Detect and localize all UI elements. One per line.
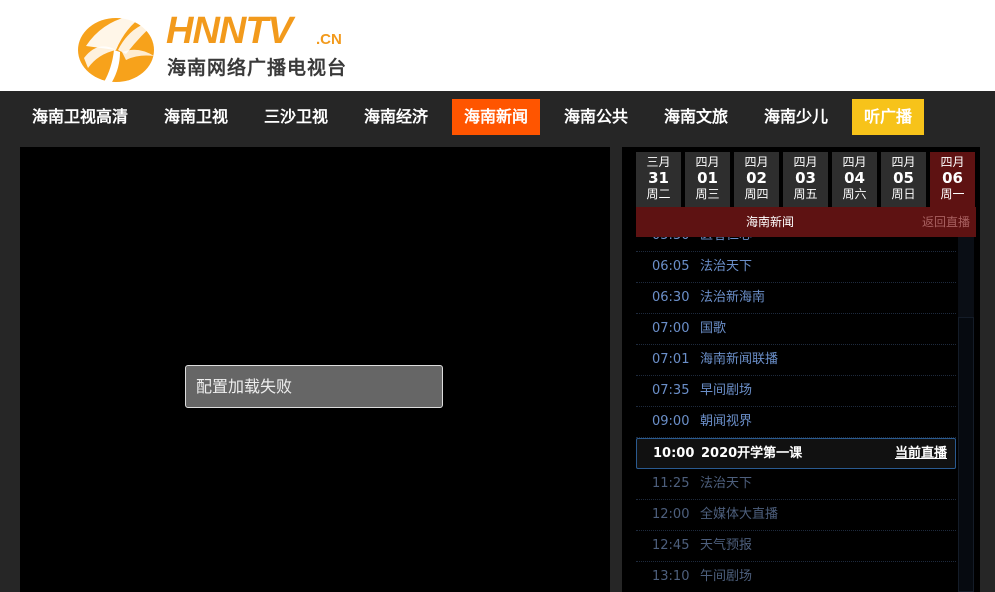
program-title: 法治天下 [700,476,753,491]
program-title: 天气预报 [700,538,753,553]
date-day: 06 [942,169,963,187]
date-tab-active[interactable]: 四月 06 周一 [930,152,975,207]
program-row[interactable]: 09:00 朝闻视界 [636,407,956,438]
video-player[interactable]: 配置加载失败 [20,147,610,592]
date-month: 四月 [793,155,818,169]
program-row[interactable]: 06:05 法治天下 [636,252,956,283]
program-title: 国歌 [700,321,727,336]
program-title: 医者仁心 [700,237,752,251]
date-tab[interactable]: 三月 31 周二 [636,152,681,207]
channel-nav: 海南卫视高清 海南卫视 三沙卫视 海南经济 海南新闻 海南公共 海南文旅 海南少… [0,91,995,147]
schedule-channel-name: 海南新闻 [745,215,794,229]
program-row: 12:00 全媒体大直播 [636,500,956,531]
date-weekday: 周日 [891,187,916,201]
date-month: 三月 [646,155,671,169]
nav-item-hainan-tv[interactable]: 海南卫视 [152,99,240,135]
program-row[interactable]: 07:00 国歌 [636,314,956,345]
nav-item-sansha-tv[interactable]: 三沙卫视 [252,99,340,135]
program-title: 法治新海南 [700,290,766,305]
site-header: HNNTV .CN 海南网络广播电视台 [0,0,995,91]
date-month: 四月 [842,155,867,169]
program-time: 07:00 [652,321,690,336]
program-time: 05:30 [652,237,689,251]
program-time: 07:35 [652,383,690,398]
program-title: 朝闻视界 [700,414,753,429]
date-selector: 三月 31 周二 四月 01 周三 四月 02 周四 四月 03 周五 四月 0… [636,152,976,207]
program-row[interactable]: 07:35 早间剧场 [636,376,956,407]
date-day: 01 [697,169,718,187]
date-day: 04 [844,169,865,187]
program-row[interactable]: 07:01 海南新闻联播 [636,345,956,376]
program-time: 12:45 [652,538,690,553]
nav-item-hainan-tv-hd[interactable]: 海南卫视高清 [20,99,140,135]
current-live-link[interactable]: 当前直播 [895,439,947,468]
date-day: 31 [648,169,669,187]
palm-logo-icon [78,14,158,82]
nav-item-hainan-kids[interactable]: 海南少儿 [752,99,840,135]
site-logo[interactable]: HNNTV .CN 海南网络广播电视台 [76,6,366,84]
date-month: 四月 [940,155,965,169]
program-row: 11:25 法治天下 [636,469,956,500]
program-time: 06:30 [652,290,690,305]
date-month: 四月 [744,155,769,169]
program-row-current[interactable]: 10:00 2020开学第一课 当前直播 [636,438,956,469]
date-day: 03 [795,169,816,187]
program-row: 12:45 天气预报 [636,531,956,562]
date-tab[interactable]: 四月 02 周四 [734,152,779,207]
player-error-message: 配置加载失败 [185,365,443,408]
program-time: 12:00 [652,507,690,522]
date-weekday: 周一 [940,187,965,201]
nav-item-radio[interactable]: 听广播 [852,99,925,135]
logo-subtitle: 海南网络广播电视台 [167,57,348,79]
date-month: 四月 [891,155,916,169]
program-title: 全媒体大直播 [700,507,779,522]
logo-wordmark: HNNTV [166,10,293,52]
channel-bar: 海南新闻 返回直播 [636,207,976,237]
nav-item-hainan-travel[interactable]: 海南文旅 [652,99,740,135]
back-to-live-link[interactable]: 返回直播 [922,207,970,237]
program-time: 11:25 [652,476,690,491]
logo-domain-suffix: .CN [316,31,342,48]
date-month: 四月 [695,155,720,169]
program-schedule: 三月 31 周二 四月 01 周三 四月 02 周四 四月 03 周五 四月 0… [622,147,980,592]
program-title: 午间剧场 [700,569,753,584]
date-weekday: 周四 [744,187,769,201]
schedule-scrollbar[interactable] [958,237,974,592]
program-time: 10:00 [653,446,695,461]
program-time: 09:00 [652,414,690,429]
date-day: 05 [893,169,914,187]
program-row: 13:10 午间剧场 [636,562,956,592]
scrollbar-thumb[interactable] [958,317,974,592]
nav-item-hainan-public[interactable]: 海南公共 [552,99,640,135]
program-title: 法治天下 [700,259,753,274]
date-weekday: 周六 [842,187,867,201]
date-tab[interactable]: 四月 04 周六 [832,152,877,207]
date-tab[interactable]: 四月 01 周三 [685,152,730,207]
date-weekday: 周三 [695,187,720,201]
date-tab[interactable]: 四月 03 周五 [783,152,828,207]
date-day: 02 [746,169,767,187]
program-time: 06:05 [652,259,690,274]
nav-item-hainan-news[interactable]: 海南新闻 [452,99,541,135]
program-title: 早间剧场 [700,383,753,398]
nav-item-hainan-economy[interactable]: 海南经济 [352,99,440,135]
program-title: 2020开学第一课 [701,446,803,461]
program-time: 13:10 [652,569,690,584]
date-tab[interactable]: 四月 05 周日 [881,152,926,207]
date-weekday: 周五 [793,187,818,201]
program-row[interactable]: 06:30 法治新海南 [636,283,956,314]
program-row[interactable]: 05:30 医者仁心 [636,237,956,252]
program-time: 07:01 [652,352,690,367]
program-title: 海南新闻联播 [700,352,779,367]
date-weekday: 周二 [646,187,671,201]
program-list: 05:30 医者仁心 06:05 法治天下 06:30 法治新海南 07:00 … [636,237,956,592]
